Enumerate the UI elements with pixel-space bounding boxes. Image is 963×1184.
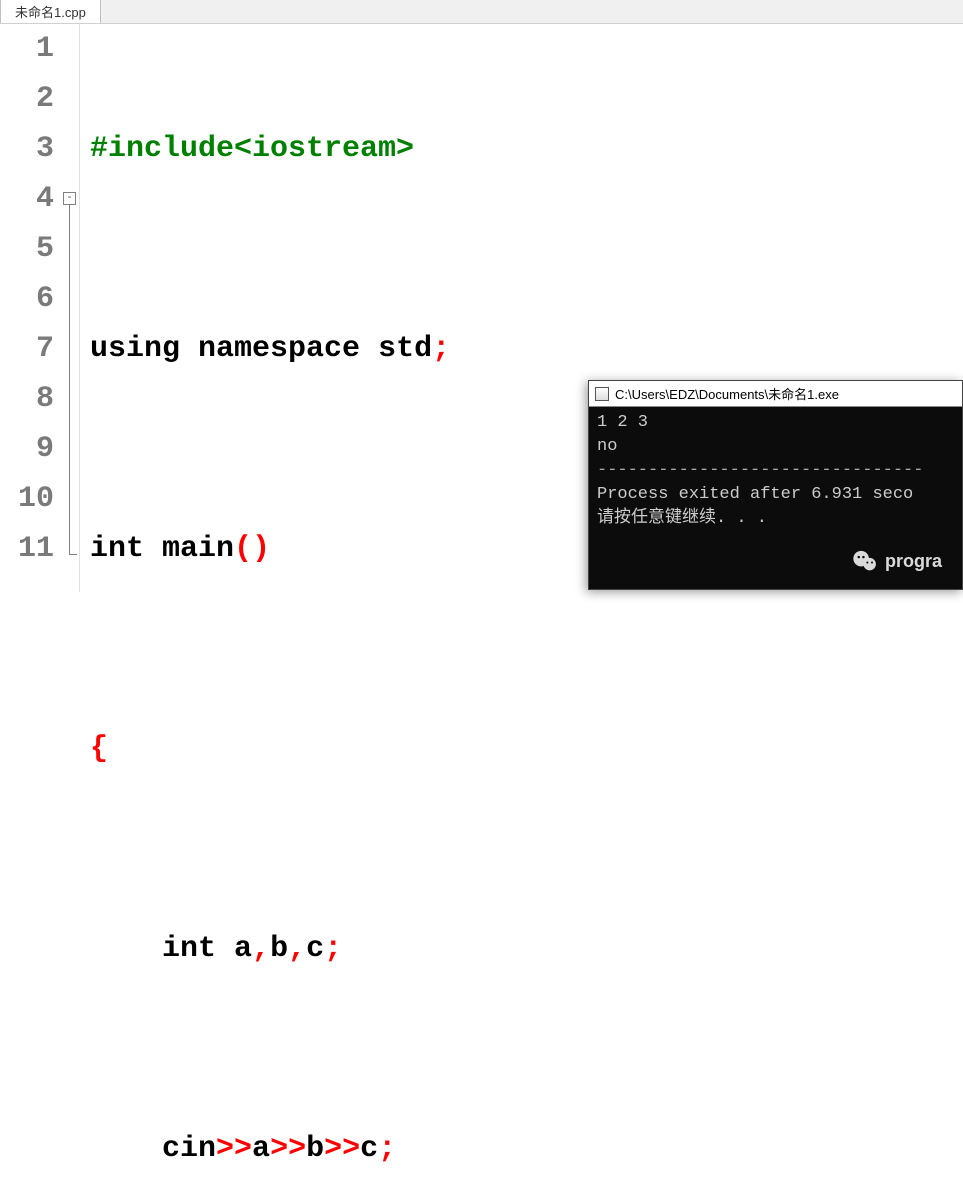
- tab-bar: 未命名1.cpp: [0, 0, 963, 24]
- console-line: 请按任意键继续. . .: [597, 507, 954, 531]
- brace: {: [90, 724, 108, 774]
- punct: ,: [288, 924, 306, 974]
- line-number: 1: [0, 24, 54, 74]
- keyword: using: [90, 324, 180, 374]
- fold-toggle-icon[interactable]: -: [63, 192, 76, 205]
- app-icon: [595, 387, 609, 401]
- watermark: progra: [851, 547, 942, 575]
- punct: ;: [324, 924, 342, 974]
- wechat-icon: [851, 547, 879, 575]
- preprocessor-directive: #include<iostream>: [90, 124, 414, 174]
- punct: ;: [378, 1124, 396, 1174]
- code-line: cin>>a>>b>>c;: [90, 1124, 963, 1174]
- identifier: b: [270, 924, 288, 974]
- fold-column: -: [60, 24, 80, 592]
- identifier: c: [306, 924, 324, 974]
- console-window[interactable]: C:\Users\EDZ\Documents\未命名1.exe 1 2 3 no…: [588, 380, 963, 590]
- console-line: Process exited after 6.931 seco: [597, 483, 954, 507]
- line-number: 3: [0, 124, 54, 174]
- code-line: using namespace std;: [90, 324, 963, 374]
- watermark-text: progra: [885, 551, 942, 572]
- operator: >>: [216, 1124, 252, 1174]
- operator: >>: [270, 1124, 306, 1174]
- code-line: {: [90, 724, 963, 774]
- identifier: main: [162, 524, 234, 574]
- file-tab[interactable]: 未命名1.cpp: [0, 0, 101, 23]
- console-line: no: [597, 435, 954, 459]
- identifier: c: [360, 1124, 378, 1174]
- line-number: 4: [0, 174, 54, 224]
- paren: (: [234, 524, 252, 574]
- line-number: 11: [0, 524, 54, 574]
- identifier: std: [378, 324, 432, 374]
- code-line: int a,b,c;: [90, 924, 963, 974]
- operator: >>: [324, 1124, 360, 1174]
- line-number: 10: [0, 474, 54, 524]
- paren: ): [252, 524, 270, 574]
- line-number: 7: [0, 324, 54, 374]
- keyword: int: [162, 924, 216, 974]
- identifier: a: [234, 924, 252, 974]
- line-number: 9: [0, 424, 54, 474]
- identifier: a: [252, 1124, 270, 1174]
- punct: ,: [252, 924, 270, 974]
- punct: ;: [432, 324, 450, 374]
- console-line: 1 2 3: [597, 411, 954, 435]
- keyword: int: [90, 524, 144, 574]
- line-number: 6: [0, 274, 54, 324]
- identifier: b: [306, 1124, 324, 1174]
- line-number: 5: [0, 224, 54, 274]
- identifier: cin: [162, 1124, 216, 1174]
- console-titlebar[interactable]: C:\Users\EDZ\Documents\未命名1.exe: [589, 381, 962, 407]
- console-output: 1 2 3 no -------------------------------…: [589, 407, 962, 535]
- line-number: 8: [0, 374, 54, 424]
- code-line: #include<iostream>: [90, 124, 963, 174]
- console-divider: --------------------------------: [597, 459, 954, 483]
- line-number-gutter: 1 2 3 4 5 6 7 8 9 10 11: [0, 24, 60, 592]
- line-number: 2: [0, 74, 54, 124]
- keyword: namespace: [198, 324, 360, 374]
- console-title-text: C:\Users\EDZ\Documents\未命名1.exe: [615, 384, 839, 403]
